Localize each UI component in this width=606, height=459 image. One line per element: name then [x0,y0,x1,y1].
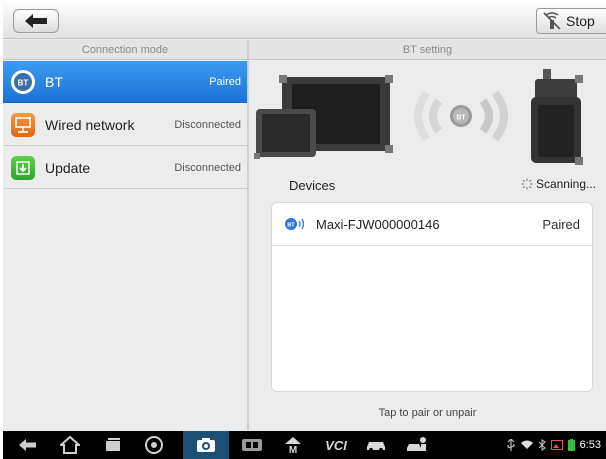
scanning-status: Scanning... [521,177,596,191]
spinner-icon [521,178,533,190]
bluetooth-icon: BT [11,69,35,94]
nav-browser-icon[interactable] [141,431,167,459]
mode-item-label: Update [45,159,91,176]
back-arrow-icon [25,14,47,28]
clock: 6:53 [579,439,601,451]
mode-item-status: Disconnected [174,161,241,174]
svg-text:BT: BT [287,222,295,228]
tap-hint: Tap to pair or unpair [378,407,477,419]
stop-button[interactable]: Stop [536,8,606,34]
device-list: BT Maxi-FJW000000146 Paired [271,202,593,392]
mode-item-status: Disconnected [174,118,241,131]
bt-setting-header: BT setting [249,40,606,60]
devices-label: Devices [289,178,336,193]
nav-recent-apps-icon[interactable] [100,431,126,459]
mode-item-bt[interactable]: BT BT Paired [3,61,247,103]
status-tray: 6:53 [503,431,603,459]
nav-maxi-home-icon[interactable]: M [281,431,305,459]
system-navbar: M VCI 6:53 [3,431,606,459]
svg-text:BT: BT [456,115,466,122]
svg-text:M: M [289,445,297,454]
back-button[interactable] [13,9,59,33]
vci-label: VCI [325,437,347,453]
nav-screen-icon[interactable] [239,431,265,459]
connection-mode-list: BT BT Paired Wired network Disconnected [3,61,247,431]
mode-item-status: Paired [209,75,241,88]
nav-vci-icon[interactable]: VCI [321,431,351,459]
stop-label: Stop [566,13,595,29]
device-row[interactable]: BT Maxi-FJW000000146 Paired [272,203,592,246]
usb-icon [506,439,515,451]
tablet-small-icon [254,109,316,159]
nav-car-icon[interactable] [363,431,389,459]
svg-text:BT: BT [18,78,29,87]
connection-mode-header: Connection mode [3,40,247,60]
bluetooth-device-icon: BT [285,218,305,230]
wifi-icon [520,440,533,449]
update-icon [11,155,35,180]
scanning-label: Scanning... [535,177,596,191]
bt-pairing-illustration: BT [254,69,583,165]
image-notification-icon [550,440,563,450]
mode-item-label: BT [45,73,63,90]
stop-signal-icon [543,12,561,30]
nav-back-icon[interactable] [15,431,41,459]
mode-item-label: Wired network [45,116,135,133]
vci-device-icon [531,69,583,165]
bluetooth-status-icon [538,439,546,451]
top-toolbar: Stop [3,3,606,39]
device-status: Paired [542,216,580,232]
nav-camera-icon[interactable] [183,431,229,459]
mode-item-update[interactable]: Update Disconnected [3,147,247,189]
nav-home-icon[interactable] [57,431,83,459]
mode-item-wired-network[interactable]: Wired network Disconnected [3,104,247,146]
bt-setting-panel: BT Devices Scanning... BT Maxi-FJW000000… [249,61,606,431]
battery-icon [567,439,575,451]
app-window: Stop Connection mode BT setting BT BT Pa… [3,3,606,459]
network-icon [11,112,35,137]
nav-service-icon[interactable] [403,431,431,459]
wireless-signal-icon: BT [414,90,508,142]
device-name: Maxi-FJW000000146 [316,216,440,232]
